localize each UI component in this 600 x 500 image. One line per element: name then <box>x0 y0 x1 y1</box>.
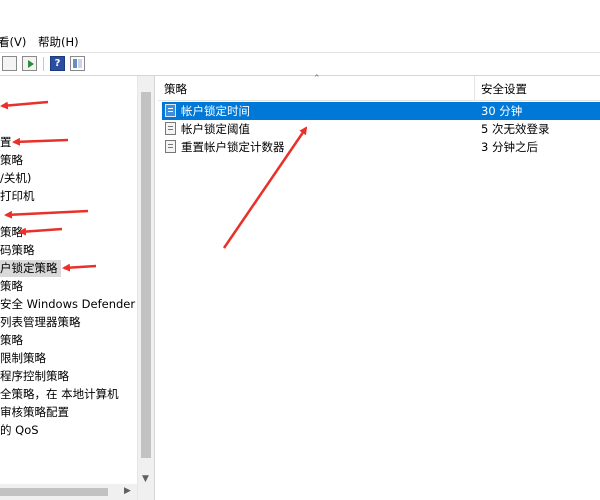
tree-item[interactable]: 策略 <box>0 152 26 169</box>
scroll-down-icon[interactable]: ▼ <box>142 474 149 484</box>
tree-vertical-scrollbar[interactable]: ▼ <box>137 76 154 500</box>
tree-item[interactable]: 限制策略 <box>0 350 49 367</box>
tree-item[interactable]: 的 QoS <box>0 422 42 439</box>
properties-icon[interactable] <box>2 56 17 71</box>
policy-name: 重置帐户锁定计数器 <box>181 140 285 154</box>
menu-help-label: 帮助 <box>38 35 61 49</box>
menu-view-accel: (V) <box>9 35 27 49</box>
menu-view[interactable]: 看(V) <box>0 34 26 50</box>
policy-list-pane: 策略 ⌃ 安全设置 帐户锁定时间 30 分钟帐户锁定阈值 5 次无效登录重置帐户锁定… <box>158 74 600 500</box>
policy-setting-value: 30 分钟 <box>481 104 523 118</box>
console-tree: 置策略/关机) 打印机 策略 码策略 户锁定策略 策略 安全 Windows Defende… <box>0 76 155 500</box>
toolbar-separator <box>43 57 44 71</box>
policy-row[interactable]: 帐户锁定时间 30 分钟 <box>162 102 600 120</box>
list-column-header: 策略 ⌃ 安全设置 <box>158 74 600 101</box>
export-list-icon[interactable] <box>22 56 37 71</box>
tree-item[interactable]: 审核策略配置 <box>0 404 72 421</box>
window-titlebar <box>0 0 600 30</box>
menu-bar: 看(V) 帮助(H) <box>0 30 600 53</box>
tree-item[interactable]: 列表管理器策略 <box>0 314 84 331</box>
tree-horizontal-scrollbar[interactable]: ▶ <box>0 484 137 500</box>
menu-help[interactable]: 帮助(H) <box>38 34 79 50</box>
policy-row[interactable]: 帐户锁定阈值 5 次无效登录 <box>162 120 600 138</box>
tree-item[interactable]: 策略 <box>0 278 26 295</box>
tree-item[interactable]: 程序控制策略 <box>0 368 72 385</box>
column-header-security-setting[interactable]: 安全设置 <box>481 81 527 97</box>
column-header-policy[interactable]: 策略 <box>164 81 187 97</box>
help-icon[interactable]: ? <box>50 56 65 71</box>
policy-setting-value: 5 次无效登录 <box>481 122 550 136</box>
tree-item[interactable]: 安全 Windows Defender 防火 <box>0 296 154 313</box>
policy-icon <box>165 104 176 117</box>
policy-setting-value: 3 分钟之后 <box>481 140 538 154</box>
policy-row[interactable]: 重置帐户锁定计数器 3 分钟之后 <box>162 138 600 156</box>
tree-hscroll-thumb[interactable] <box>0 488 108 496</box>
tree-item[interactable]: 打印机 <box>0 188 38 205</box>
tree-item[interactable]: /关机) <box>0 170 34 187</box>
menu-view-label: 看 <box>0 35 10 49</box>
show-hide-pane-icon[interactable] <box>70 56 85 71</box>
sort-ascending-icon: ⌃ <box>313 74 321 84</box>
toolbar: ? <box>0 53 600 76</box>
policy-icon <box>165 140 176 153</box>
menu-help-accel: (H) <box>61 35 79 49</box>
policy-name: 帐户锁定时间 <box>181 104 250 118</box>
column-divider[interactable] <box>474 76 475 100</box>
scroll-right-icon[interactable]: ▶ <box>124 486 131 496</box>
tree-item[interactable]: 码策略 <box>0 242 38 259</box>
tree-item[interactable]: 策略 <box>0 224 26 241</box>
tree-item[interactable]: 置 <box>0 134 15 151</box>
tree-item[interactable]: 户锁定策略 <box>0 260 61 277</box>
policy-name: 帐户锁定阈值 <box>181 122 250 136</box>
tree-scroll-thumb[interactable] <box>141 92 151 458</box>
policy-icon <box>165 122 176 135</box>
tree-item[interactable]: 全策略，在 本地计算机 <box>0 386 122 403</box>
tree-item[interactable]: 策略 <box>0 332 26 349</box>
